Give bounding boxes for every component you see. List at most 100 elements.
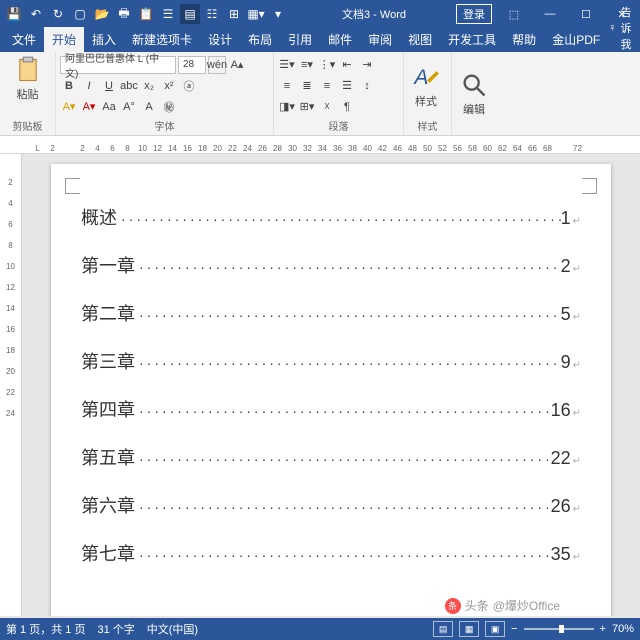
new-icon[interactable]: ▢ bbox=[70, 4, 90, 24]
form-icon[interactable]: ☰ bbox=[158, 4, 178, 24]
wen-icon[interactable]: wén bbox=[208, 56, 226, 74]
indent-icon[interactable]: ⇥ bbox=[358, 56, 376, 74]
zoom-slider[interactable] bbox=[524, 628, 594, 630]
tab-review[interactable]: 审阅 bbox=[360, 27, 400, 52]
superscript-button[interactable]: x² bbox=[160, 77, 178, 95]
highlight-icon[interactable]: A▾ bbox=[60, 98, 78, 116]
bullets-icon[interactable]: ☰▾ bbox=[278, 56, 296, 74]
numbering-icon[interactable]: ≡▾ bbox=[298, 56, 316, 74]
document-area[interactable]: 概述······································… bbox=[22, 154, 640, 616]
paste-icon[interactable]: 📋 bbox=[136, 4, 156, 24]
toc-leader: ········································… bbox=[135, 259, 561, 275]
tab-file[interactable]: 文件 bbox=[4, 27, 44, 52]
view-read-icon[interactable]: ▤ bbox=[433, 621, 453, 637]
more-icon[interactable]: ▦▾ bbox=[246, 4, 266, 24]
tab-help[interactable]: 帮助 bbox=[504, 27, 544, 52]
bold-button[interactable]: B bbox=[60, 77, 78, 95]
toc-line[interactable]: 第一章·····································… bbox=[81, 252, 581, 278]
status-page[interactable]: 第 1 页，共 1 页 bbox=[6, 621, 85, 637]
maximize-icon[interactable]: ☐ bbox=[568, 0, 604, 28]
toc-line[interactable]: 第四章·····································… bbox=[81, 396, 581, 422]
justify-icon[interactable]: ☰ bbox=[338, 77, 356, 95]
page[interactable]: 概述······································… bbox=[51, 164, 611, 616]
paste-button[interactable]: 粘贴 bbox=[10, 54, 46, 104]
line-spacing-icon[interactable]: ↕ bbox=[358, 77, 376, 95]
group-styles: A 样式 样式 bbox=[404, 52, 452, 135]
multilevel-icon[interactable]: ⋮▾ bbox=[318, 56, 336, 74]
tab-wps-pdf[interactable]: 金山PDF bbox=[544, 27, 608, 52]
font-color-icon[interactable]: A▾ bbox=[80, 98, 98, 116]
styles-label: 样式 bbox=[408, 117, 447, 133]
tab-mailings[interactable]: 邮件 bbox=[320, 27, 360, 52]
font-name-select[interactable]: 阿里巴巴普惠体 L (中文) bbox=[60, 56, 176, 74]
outdent-icon[interactable]: ⇤ bbox=[338, 56, 356, 74]
align-left-icon[interactable]: ≡ bbox=[278, 77, 296, 95]
editing-button[interactable]: 编辑 bbox=[456, 69, 492, 119]
toc-line[interactable]: 第三章·····································… bbox=[81, 348, 581, 374]
status-language[interactable]: 中文(中国) bbox=[147, 621, 198, 637]
underline-button[interactable]: U bbox=[100, 77, 118, 95]
horizontal-ruler[interactable]: L224681012141618202224262830323436384042… bbox=[0, 136, 640, 154]
undo-icon[interactable]: ↶ bbox=[26, 4, 46, 24]
zoom-in-button[interactable]: + bbox=[600, 623, 606, 635]
toc-page-number: 26 bbox=[551, 496, 581, 517]
borders-icon[interactable]: ⊞▾ bbox=[298, 98, 316, 116]
tab-layout[interactable]: 布局 bbox=[240, 27, 280, 52]
toc-title: 第三章 bbox=[81, 348, 135, 374]
ribbon-options-icon[interactable]: ⬚ bbox=[496, 0, 532, 28]
tab-insert[interactable]: 插入 bbox=[84, 27, 124, 52]
save-icon[interactable]: 💾 bbox=[4, 4, 24, 24]
reading-icon[interactable]: ▤ bbox=[180, 4, 200, 24]
grow-font-icon[interactable]: A▴ bbox=[228, 56, 246, 74]
styles-button[interactable]: A 样式 bbox=[408, 61, 444, 111]
tab-design[interactable]: 设计 bbox=[200, 27, 240, 52]
enclose-icon[interactable]: ㊙ bbox=[160, 98, 178, 116]
align-center-icon[interactable]: ≣ bbox=[298, 77, 316, 95]
toc-leader: ········································… bbox=[135, 499, 551, 515]
tab-custom[interactable]: 新建选项卡 bbox=[124, 27, 200, 52]
toc-line[interactable]: 第五章·····································… bbox=[81, 444, 581, 470]
ribbon-tabs: 文件 开始 插入 新建选项卡 设计 布局 引用 邮件 审阅 视图 开发工具 帮助… bbox=[0, 28, 640, 52]
phonetic-icon[interactable]: A bbox=[140, 98, 158, 116]
toc-line[interactable]: 第六章·····································… bbox=[81, 492, 581, 518]
sort-icon[interactable]: ☓ bbox=[318, 98, 336, 116]
redo-icon[interactable]: ↻ bbox=[48, 4, 68, 24]
minimize-icon[interactable]: — bbox=[532, 0, 568, 28]
tab-developer[interactable]: 开发工具 bbox=[440, 27, 504, 52]
font-size-select[interactable]: 28 bbox=[178, 56, 206, 74]
zoom-out-button[interactable]: − bbox=[511, 623, 517, 635]
title-bar: 💾 ↶ ↻ ▢ 📂 🖶 📋 ☰ ▤ ☷ ⊞ ▦▾ ▾ 文档3 - Word 登录… bbox=[0, 0, 640, 28]
toc-line[interactable]: 概述······································… bbox=[81, 204, 581, 230]
subscript-button[interactable]: x₂ bbox=[140, 77, 158, 95]
qat-dropdown-icon[interactable]: ▾ bbox=[268, 4, 288, 24]
zoom-level[interactable]: 70% bbox=[612, 623, 634, 635]
tab-view[interactable]: 视图 bbox=[400, 27, 440, 52]
align-right-icon[interactable]: ≡ bbox=[318, 77, 336, 95]
clear-format-icon[interactable]: A° bbox=[120, 98, 138, 116]
show-marks-icon[interactable]: ¶ bbox=[338, 98, 356, 116]
print-icon[interactable]: 🖶 bbox=[114, 4, 134, 24]
text-effect-icon[interactable]: ⓐ bbox=[180, 77, 198, 95]
tab-home[interactable]: 开始 bbox=[44, 27, 84, 52]
shading-icon[interactable]: ◨▾ bbox=[278, 98, 296, 116]
login-button[interactable]: 登录 bbox=[456, 4, 492, 24]
italic-button[interactable]: I bbox=[80, 77, 98, 95]
tab-references[interactable]: 引用 bbox=[280, 27, 320, 52]
strike-button[interactable]: abc bbox=[120, 77, 138, 95]
toc-line[interactable]: 第二章·····································… bbox=[81, 300, 581, 326]
toc-line[interactable]: 第七章·····································… bbox=[81, 540, 581, 566]
toc-icon[interactable]: ☷ bbox=[202, 4, 222, 24]
tell-me-button[interactable]: 告诉我 bbox=[620, 4, 631, 52]
table-icon[interactable]: ⊞ bbox=[224, 4, 244, 24]
status-wordcount[interactable]: 31 个字 bbox=[97, 621, 134, 637]
view-web-icon[interactable]: ▣ bbox=[485, 621, 505, 637]
open-icon[interactable]: 📂 bbox=[92, 4, 112, 24]
tell-me-icon[interactable]: ♀ bbox=[608, 22, 616, 34]
toc-title: 第六章 bbox=[81, 492, 135, 518]
toc-leader: ········································… bbox=[135, 355, 561, 371]
view-print-icon[interactable]: ▦ bbox=[459, 621, 479, 637]
workspace: 24681012141618202224 概述·················… bbox=[0, 154, 640, 616]
vertical-ruler[interactable]: 24681012141618202224 bbox=[0, 154, 22, 616]
char-shading-icon[interactable]: Aa bbox=[100, 98, 118, 116]
toc-page-number: 16 bbox=[551, 400, 581, 421]
